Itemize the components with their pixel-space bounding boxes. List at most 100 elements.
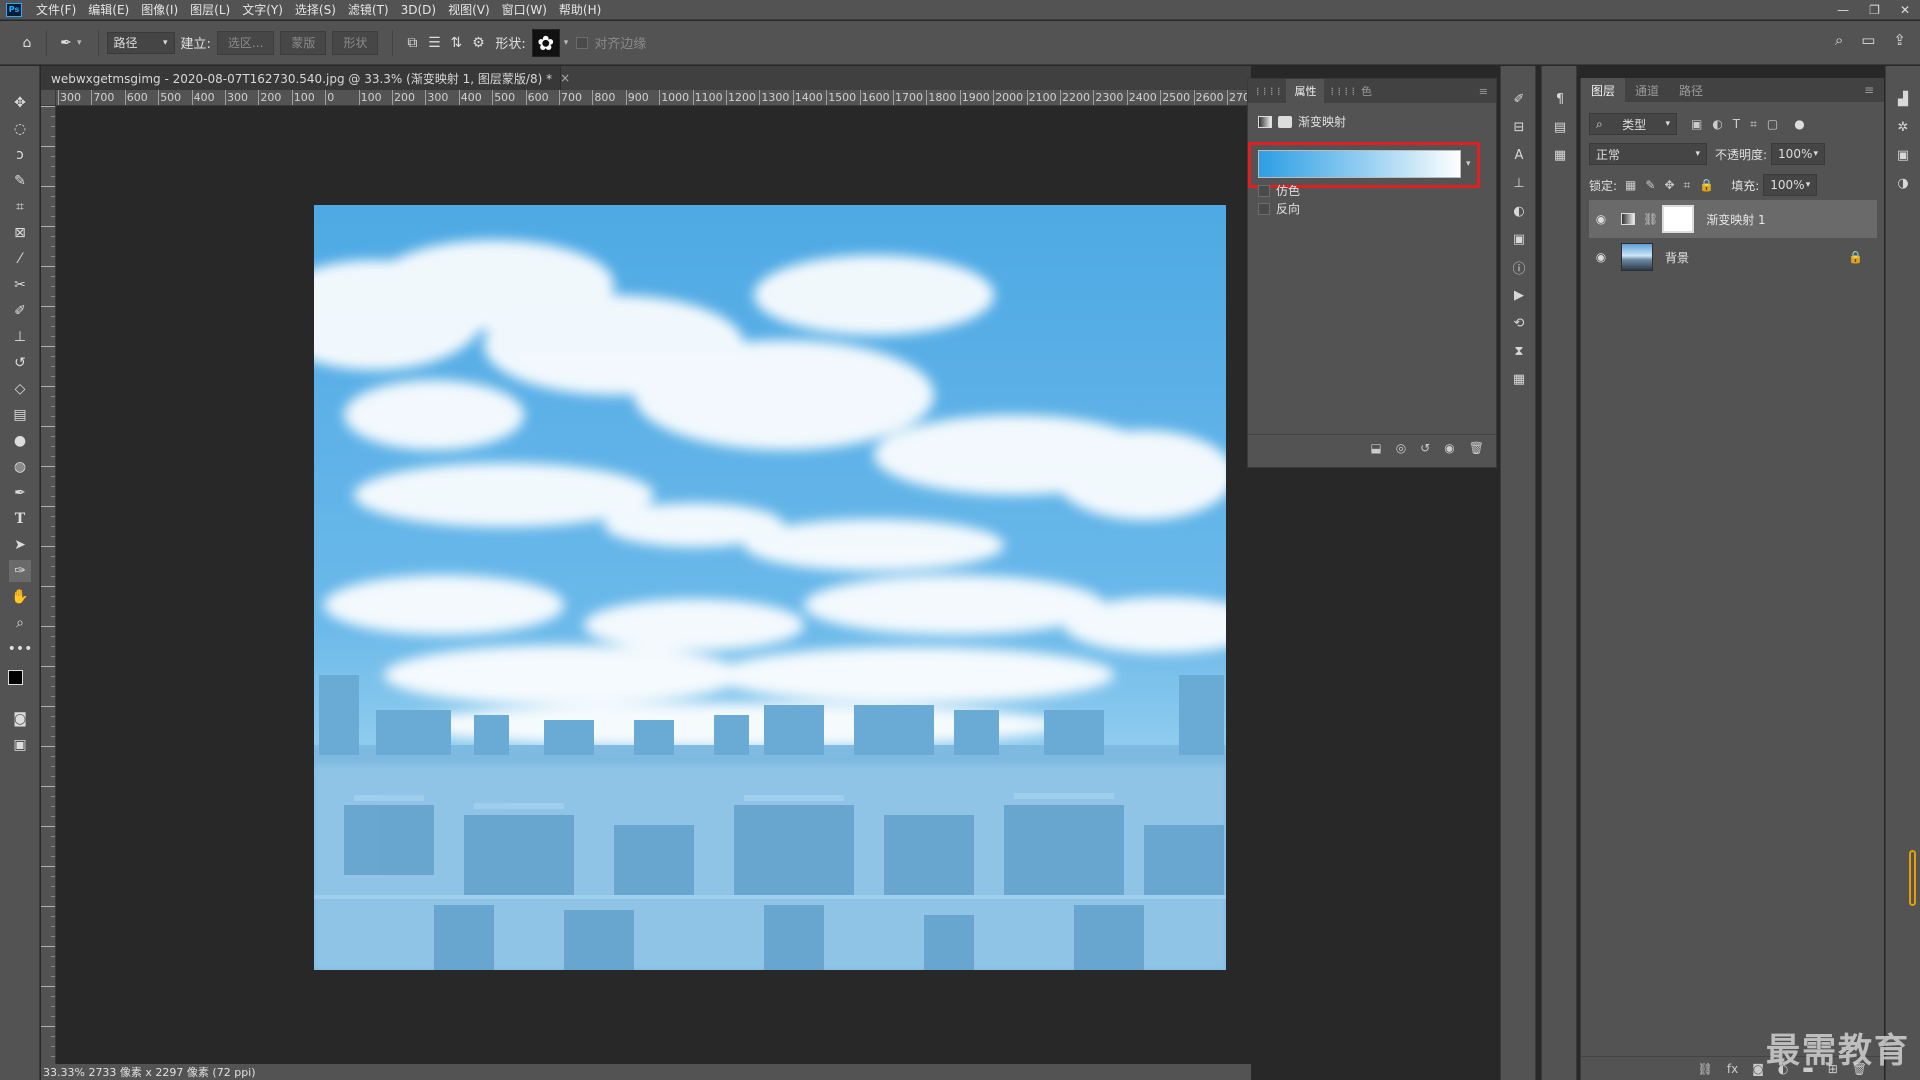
zoom-tool-icon[interactable]: ⌕ [9, 612, 31, 634]
tab-collapsed-icons-2[interactable]: ⁞ ⁞ ⁞ ⁞ [1330, 85, 1354, 98]
tab-channels[interactable]: 通道 [1625, 82, 1669, 99]
menu-edit[interactable]: 编辑(E) [88, 1, 129, 18]
make-shape-button[interactable]: 形状 [332, 30, 379, 55]
layer-row-background[interactable]: ◉ 背景 🔒 [1589, 238, 1877, 276]
fx-icon[interactable]: fx [1727, 1062, 1738, 1076]
chevron-down-icon[interactable]: ▾ [1466, 159, 1471, 169]
link-layers-icon[interactable]: ⛓ [1698, 1062, 1713, 1076]
healing-brush-tool-icon[interactable]: ✂ [9, 274, 31, 296]
dither-checkbox[interactable] [1258, 184, 1270, 197]
menu-view[interactable]: 视图(V) [448, 1, 490, 18]
blur-tool-icon[interactable]: ● [9, 430, 31, 452]
marquee-tool-icon[interactable]: ◌ [9, 118, 31, 140]
view-previous-icon[interactable]: ◎ [1396, 441, 1406, 455]
foreground-color[interactable] [8, 670, 23, 685]
horizontal-ruler[interactable]: 300 700 600 500 400 300 200 100 0 100 200 300 400 500… [56, 90, 1251, 106]
move-tool-icon[interactable]: ✥ [9, 92, 31, 114]
hand-tool-icon[interactable]: ✋ [9, 586, 31, 608]
lasso-tool-icon[interactable]: ↄ [9, 144, 31, 166]
gradient-tool-icon[interactable]: ▤ [9, 404, 31, 426]
info-icon[interactable]: ⓘ [1508, 256, 1530, 278]
path-alignment-icon[interactable]: ☰ [423, 32, 445, 54]
quick-mask-icon[interactable]: ◙ [9, 708, 31, 730]
gear-icon[interactable]: ⚙ [467, 32, 489, 54]
screen-mode-icon[interactable]: ▣ [9, 734, 31, 756]
shapes-icon[interactable]: ◐ [1508, 200, 1530, 222]
swatches-icon[interactable]: ▣ [1892, 144, 1914, 166]
clone-source-icon[interactable]: ⊥ [1508, 172, 1530, 194]
chevron-down-icon[interactable]: ▾ [564, 38, 569, 48]
paragraph-icon[interactable]: ¶ [1549, 88, 1571, 110]
brush-tool-icon[interactable]: ✐ [9, 300, 31, 322]
clone-stamp-tool-icon[interactable]: ⊥ [9, 326, 31, 348]
link-icon[interactable]: ⛓ [1643, 212, 1658, 226]
fill-input[interactable]: 100% ▾ [1763, 174, 1818, 196]
table-icon[interactable]: ▦ [1508, 368, 1530, 390]
scrollbar-thumb[interactable] [1909, 850, 1916, 906]
chevron-down-icon[interactable]: ▾ [77, 38, 82, 48]
character-icon[interactable]: A [1508, 144, 1530, 166]
tab-color[interactable]: 色 [1361, 83, 1372, 99]
canvas-area[interactable] [56, 106, 1251, 1064]
pen-mode-select[interactable]: 路径 ▾ [106, 31, 175, 54]
menu-type[interactable]: 文字(Y) [242, 1, 283, 18]
quick-selection-tool-icon[interactable]: ✎ [9, 170, 31, 192]
lock-icons[interactable]: ▦✎✥⌗🔒 [1625, 178, 1723, 193]
reverse-checkbox[interactable] [1258, 202, 1270, 215]
actions-icon[interactable]: ▶ [1508, 284, 1530, 306]
menu-layer[interactable]: 图层(L) [190, 1, 230, 18]
crop-tool-icon[interactable]: ⌗ [9, 196, 31, 218]
type-tool-icon[interactable]: T [9, 508, 31, 530]
tab-collapsed-icons[interactable]: ⁞ ⁞ ⁞ ⁞ [1256, 85, 1280, 98]
clip-to-layer-icon[interactable]: ⬓ [1370, 441, 1381, 455]
eye-icon[interactable]: ◉ [1589, 212, 1613, 226]
make-mask-button[interactable]: 蒙版 [280, 30, 327, 55]
document-image[interactable] [314, 205, 1226, 970]
brush-settings-icon[interactable]: ✐ [1508, 88, 1530, 110]
panel-menu-icon[interactable]: ≡ [1479, 85, 1488, 98]
tab-properties[interactable]: 属性 [1286, 79, 1325, 103]
delete-icon[interactable]: 🗑 [1469, 441, 1484, 455]
layer-mask-thumbnail[interactable] [1662, 205, 1695, 233]
menu-file[interactable]: 文件(F) [36, 1, 76, 18]
menu-image[interactable]: 图像(I) [141, 1, 178, 18]
align-edges-checkbox[interactable] [576, 36, 589, 49]
opacity-input[interactable]: 100% ▾ [1771, 143, 1826, 165]
layer-filter-icons[interactable]: ▣◐T⌗▢ [1691, 117, 1788, 132]
color-swatches[interactable] [8, 670, 31, 696]
libraries-icon[interactable]: ▤ [1549, 116, 1571, 138]
histogram-icon[interactable]: ▟ [1892, 88, 1914, 110]
menu-filter[interactable]: 滤镜(T) [348, 1, 389, 18]
add-mask-icon[interactable]: ◙ [1752, 1062, 1764, 1076]
dodge-tool-icon[interactable]: ◍ [9, 456, 31, 478]
layer-row-gradient-map[interactable]: ◉ ⛓ 渐变映射 1 [1589, 200, 1877, 238]
filter-toggle-icon[interactable]: ● [1794, 117, 1804, 131]
search-icon[interactable]: ⌕ [1835, 31, 1843, 49]
adjustments-icon[interactable]: ⊟ [1508, 116, 1530, 138]
restore-icon[interactable]: ❐ [1869, 3, 1880, 17]
blend-mode-select[interactable]: 正常 ▾ [1589, 143, 1707, 165]
menu-window[interactable]: 窗口(W) [502, 1, 547, 18]
close-tab-icon[interactable]: × [560, 71, 570, 85]
reset-icon[interactable]: ↺ [1420, 441, 1430, 455]
gradient-editor-bar[interactable] [1258, 150, 1461, 178]
workspace-icon[interactable]: ▭ [1861, 31, 1875, 49]
home-icon[interactable]: ⌂ [16, 32, 38, 54]
panel-menu-icon[interactable]: ≡ [1854, 83, 1884, 97]
eye-icon[interactable]: ◉ [1589, 250, 1613, 264]
history-brush-tool-icon[interactable]: ↺ [9, 352, 31, 374]
reverse-row[interactable]: 反向 [1258, 200, 1300, 217]
ruler-origin[interactable] [41, 90, 56, 106]
menu-help[interactable]: 帮助(H) [559, 1, 601, 18]
path-operations-icon[interactable]: ⧉ [401, 32, 423, 54]
freeform-pen-tool-icon[interactable]: ✑ [9, 560, 31, 582]
tab-layers[interactable]: 图层 [1581, 78, 1626, 102]
share-icon[interactable]: ⇪ [1893, 31, 1906, 49]
document-tab[interactable]: webwxgetmsgimg - 2020-08-07T162730.540.j… [41, 66, 570, 90]
make-selection-button[interactable]: 选区... [216, 30, 275, 55]
close-window-icon[interactable]: ✕ [1900, 3, 1910, 17]
history-icon[interactable]: ⟲ [1508, 312, 1530, 334]
path-arrangement-icon[interactable]: ⇅ [445, 32, 467, 54]
eyedropper-tool-icon[interactable]: ⁄ [9, 248, 31, 270]
shape-picker[interactable]: ✿ [531, 28, 560, 57]
